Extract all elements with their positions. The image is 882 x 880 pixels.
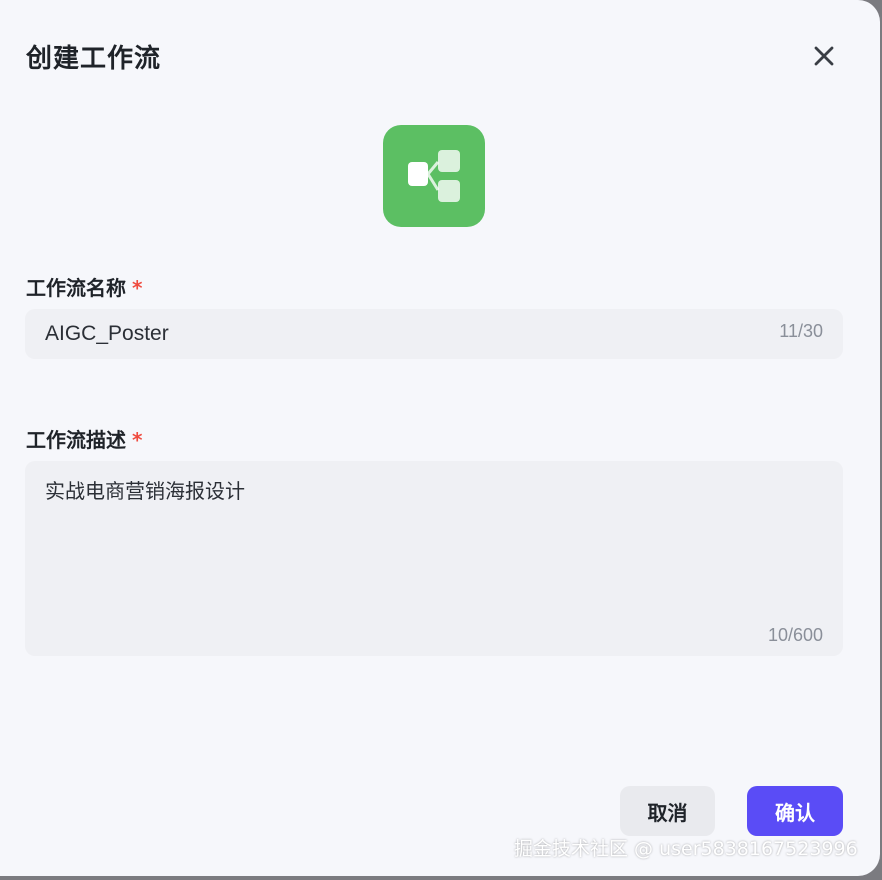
description-field[interactable]: 实战电商营销海报设计 10/600 — [25, 461, 843, 656]
required-mark: * — [132, 428, 143, 452]
required-mark: * — [132, 276, 143, 300]
name-char-counter: 11/30 — [779, 321, 823, 341]
description-char-counter: 10/600 — [767, 625, 823, 645]
name-label-text: 工作流名称 — [26, 276, 126, 300]
dialog-title: 创建工作流 — [26, 44, 162, 74]
name-field[interactable]: 11/30 — [25, 309, 843, 359]
cancel-button[interactable]: 取消 — [620, 786, 715, 836]
description-field-label: 工作流描述 * — [26, 424, 142, 453]
watermark: 掘金技术社区 @ user5838167523996 — [514, 838, 858, 860]
workflow-icon — [408, 150, 460, 202]
create-workflow-dialog: 创建工作流 工作流名称* 11/30 工作流描述* 实战电商营销海报设计 10/… — [0, 0, 880, 876]
close-icon — [814, 46, 834, 66]
confirm-button[interactable]: 确认 — [747, 786, 843, 836]
name-field-label: 工作流名称 * — [26, 272, 142, 301]
workflow-description-input[interactable]: 实战电商营销海报设计 — [45, 475, 805, 615]
description-label-text: 工作流描述 — [26, 428, 126, 452]
workflow-app-icon[interactable] — [383, 125, 485, 227]
workflow-name-input[interactable] — [45, 309, 745, 359]
close-button[interactable] — [806, 38, 842, 74]
